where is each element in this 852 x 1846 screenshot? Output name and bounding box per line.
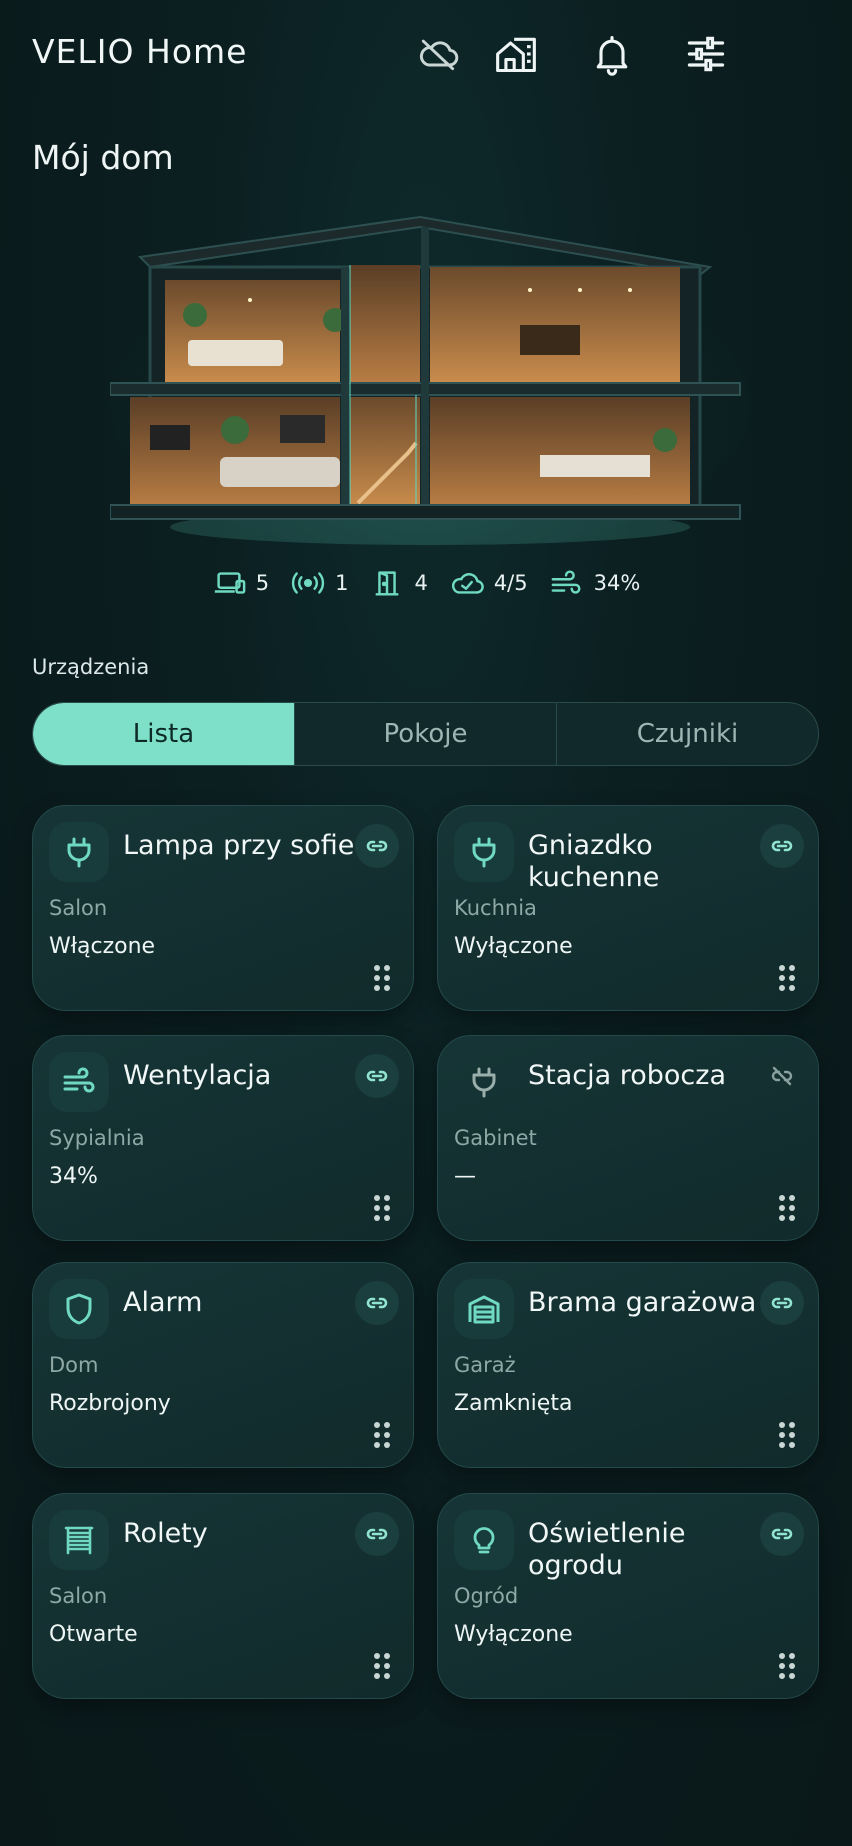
home-stats: 5 1 4 4/5 34% [0,566,852,600]
house-illustration [109,205,750,555]
drag-handle-icon[interactable] [778,1421,796,1449]
tab-pokoje[interactable]: Pokoje [294,703,556,765]
drag-handle-icon[interactable] [373,1652,391,1680]
link-icon[interactable] [355,1281,399,1325]
stat-doors: 4 [370,569,428,597]
device-room: Garaż [454,1353,516,1377]
plug-icon [49,822,109,882]
cloud-off-icon[interactable] [414,30,462,78]
device-room: Sypialnia [49,1126,145,1150]
garage-icon [454,1279,514,1339]
app-root: VELIO Home Mój dom 5 1 4 4/5 34% Urządze… [0,0,852,1846]
stat-value: 34% [593,571,641,595]
device-card[interactable]: Oświetlenie ogrodu Ogród Wyłączone [437,1493,819,1699]
device-room: Salon [49,1584,108,1608]
device-room: Gabinet [454,1126,537,1150]
device-name: Wentylacja [123,1060,272,1091]
drag-handle-icon[interactable] [373,1421,391,1449]
page-title: Mój dom [32,138,174,177]
plug-icon [454,822,514,882]
app-title: VELIO Home [32,32,248,71]
device-name: Gniazdko kuchenne [528,830,660,893]
stat-ventilation: 34% [550,569,641,597]
drag-handle-icon[interactable] [373,1194,391,1222]
device-name: Alarm [123,1287,203,1318]
device-state: Włączone [49,934,156,959]
device-card[interactable]: Alarm Dom Rozbrojony [32,1262,414,1468]
stat-value: 5 [255,571,270,595]
device-card[interactable]: Gniazdko kuchenne Kuchnia Wyłączone [437,805,819,1011]
device-name: Rolety [123,1518,208,1549]
devices-icon [214,572,246,594]
link-icon[interactable] [355,1512,399,1556]
shield-icon [49,1279,109,1339]
tab-czujniki[interactable]: Czujniki [556,703,818,765]
device-card[interactable]: Rolety Salon Otwarte [32,1493,414,1699]
stat-broadcast: 1 [291,569,348,597]
device-card[interactable]: Brama garażowa Garaż Zamknięta [437,1262,819,1468]
tab-lista[interactable]: Lista [33,703,294,765]
link-off-icon[interactable] [760,1054,804,1098]
blinds-icon [49,1510,109,1570]
link-icon[interactable] [355,1054,399,1098]
home-building-icon[interactable] [492,30,540,78]
device-card[interactable]: Stacja robocza Gabinet — [437,1035,819,1241]
device-name: Lampa przy sofie [123,830,355,861]
device-room: Salon [49,896,108,920]
device-room: Kuchnia [454,896,537,920]
stat-value: 1 [335,571,349,595]
device-state: Wyłączone [454,1622,573,1647]
broadcast-icon [291,572,325,594]
device-name: Oświetlenie ogrodu [528,1518,686,1581]
link-icon[interactable] [355,824,399,868]
device-state: Zamknięta [454,1391,573,1416]
drag-handle-icon[interactable] [778,1652,796,1680]
door-icon [376,571,399,596]
device-state: Rozbrojony [49,1391,171,1416]
device-name: Stacja robocza [528,1060,726,1091]
wind-icon [49,1052,109,1112]
device-room: Dom [49,1353,99,1377]
link-icon[interactable] [760,1512,804,1556]
top-bar: VELIO Home [0,0,852,110]
cloud-check-icon [451,573,484,594]
plug-icon [454,1052,514,1112]
link-icon[interactable] [760,1281,804,1325]
drag-handle-icon[interactable] [373,964,391,992]
sliders-icon[interactable] [682,30,730,78]
stat-cloud: 4/5 [450,569,528,597]
stat-value: 4/5 [493,571,528,595]
device-room: Ogród [454,1584,519,1608]
stat-value: 4 [414,571,428,595]
device-card[interactable]: Wentylacja Sypialnia 34% [32,1035,414,1241]
device-state: — [454,1164,476,1189]
link-icon[interactable] [760,824,804,868]
device-state: Otwarte [49,1622,138,1647]
device-name: Brama garażowa [528,1287,757,1318]
drag-handle-icon[interactable] [778,964,796,992]
drag-handle-icon[interactable] [778,1194,796,1222]
bulb-icon [454,1510,514,1570]
stat-devices: 5 [212,569,269,597]
device-state: Wyłączone [454,934,573,959]
wind-icon [551,570,581,594]
device-state: 34% [49,1164,98,1189]
view-tabs: Lista Pokoje Czujniki [32,702,819,766]
section-label: Urządzenia [32,655,150,679]
bell-icon[interactable] [588,30,636,78]
device-card[interactable]: Lampa przy sofie Salon Włączone [32,805,414,1011]
